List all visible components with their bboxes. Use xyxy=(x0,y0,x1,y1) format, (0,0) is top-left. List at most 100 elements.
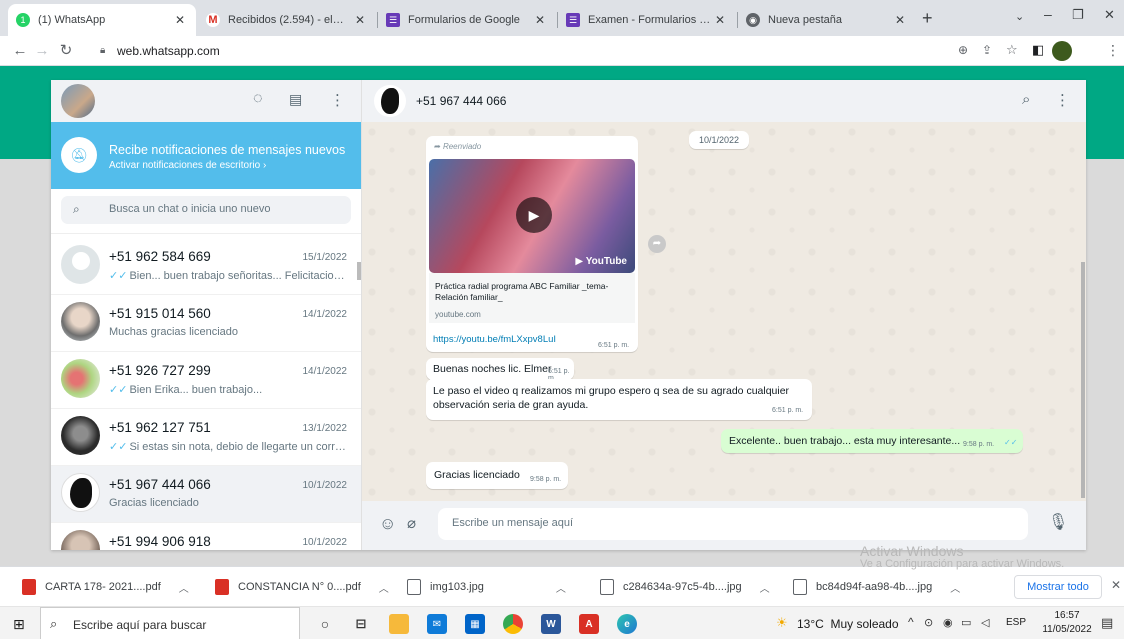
new-chat-icon[interactable]: ▤ xyxy=(289,91,302,108)
bookmark-star-icon[interactable]: ☆ xyxy=(1006,42,1018,58)
chrome-icon[interactable] xyxy=(503,614,523,634)
image-file-icon xyxy=(793,579,807,595)
close-tab-icon[interactable]: ✕ xyxy=(172,13,188,27)
close-tab-icon[interactable]: ✕ xyxy=(532,13,548,27)
incoming-message[interactable]: Buenas noches lic. Elmer 6:51 p. m. xyxy=(426,358,574,382)
video-thumbnail[interactable]: ▶ ▶ YouTube xyxy=(429,159,635,273)
chat-item[interactable]: +51 926 727 299 14/1/2022 ✓✓ Bien Erika..… xyxy=(51,352,361,409)
close-tab-icon[interactable]: ✕ xyxy=(352,13,368,27)
new-tab-plus-icon[interactable]: + xyxy=(922,8,933,29)
message-text: Excelente.. buen trabajo... esta muy int… xyxy=(729,435,961,447)
emoji-icon[interactable]: ☺ xyxy=(379,514,396,534)
network-icon[interactable]: ▭ xyxy=(961,616,971,629)
message-time: 6:51 p. m. xyxy=(598,342,630,349)
chat-item[interactable]: +51 915 014 560 14/1/2022 Muchas gracias… xyxy=(51,295,361,352)
my-profile-avatar[interactable] xyxy=(61,84,95,118)
reload-icon[interactable]: ↻ xyxy=(56,41,76,61)
clock-time[interactable]: 16:57 xyxy=(1045,610,1089,621)
pdf-file-icon xyxy=(215,579,229,595)
system-tray-chevron-icon[interactable]: ^ xyxy=(908,615,914,629)
link-preview-box[interactable]: Práctica radial programa ABC Familiar _t… xyxy=(429,273,635,323)
minimize-icon[interactable]: – xyxy=(1044,6,1052,22)
chevron-up-icon[interactable]: ︿ xyxy=(179,580,189,595)
tab-exam-forms[interactable]: ☰ Examen - Formularios de Go ✕ xyxy=(558,4,736,36)
outgoing-message[interactable]: Excelente.. buen trabajo... esta muy int… xyxy=(721,429,1023,453)
chevron-up-icon[interactable]: ︿ xyxy=(950,580,960,595)
notification-banner[interactable]: 🔕︎ Recibe notificaciones de mensajes nue… xyxy=(51,122,361,189)
language-indicator[interactable]: ESP xyxy=(1006,617,1026,628)
cortana-icon[interactable]: ○ xyxy=(315,614,335,634)
chevron-up-icon[interactable]: ︿ xyxy=(556,580,566,595)
word-icon[interactable]: W xyxy=(541,614,561,634)
restore-icon[interactable]: ❐ xyxy=(1072,7,1084,23)
share-icon[interactable]: ⇪ xyxy=(982,43,992,57)
menu-dots-icon[interactable]: ⋮ xyxy=(1055,91,1070,109)
task-view-icon[interactable]: ⊟ xyxy=(351,614,371,634)
browser-toolbar: ← → ↻ 🔒︎ web.whatsapp.com ⊕ ⇪ ☆ ◧ ⋮ xyxy=(0,36,1124,66)
mail-icon[interactable]: ✉ xyxy=(427,614,447,634)
file-explorer-icon[interactable] xyxy=(389,614,409,634)
chat-preview: ✓✓ Bien Erika... buen trabajo... xyxy=(109,384,263,396)
contact-avatar[interactable] xyxy=(374,85,406,117)
download-item[interactable]: CONSTANCIA N° 0....pdf ︿ xyxy=(215,567,389,607)
chat-list-scrollbar[interactable] xyxy=(357,262,361,280)
chat-list-pane: ◌ ▤ ⋮ 🔕︎ Recibe notificaciones de mensaj… xyxy=(51,80,362,550)
chat-item[interactable]: +51 962 127 751 13/1/2022 ✓✓ Si estas sin… xyxy=(51,409,361,466)
download-item[interactable]: c284634a-97c5-4b....jpg ︿ xyxy=(600,567,770,607)
search-icon[interactable]: ⌕ xyxy=(1022,91,1030,108)
close-downloads-icon[interactable]: ✕ xyxy=(1111,578,1121,592)
meet-now-icon[interactable]: ⊙ xyxy=(924,616,933,629)
store-icon[interactable]: ▦ xyxy=(465,614,485,634)
chat-item[interactable]: +51 994 906 918 10/1/2022 1D xyxy=(51,523,361,550)
incoming-message[interactable]: Le paso el video q realizamos mi grupo e… xyxy=(426,379,812,420)
show-all-downloads-button[interactable]: Mostrar todo xyxy=(1014,575,1102,599)
menu-dots-icon[interactable]: ⋮ xyxy=(330,91,345,109)
clock-date[interactable]: 11/05/2022 xyxy=(1037,624,1097,635)
close-tab-icon[interactable]: ✕ xyxy=(892,13,908,27)
chat-item[interactable]: +51 962 584 669 15/1/2022 ✓✓ Bien... buen… xyxy=(51,238,361,295)
download-item[interactable]: CARTA 178- 2021....pdf ︿ xyxy=(22,567,189,607)
side-panel-icon[interactable]: ◧ xyxy=(1032,42,1044,58)
close-window-icon[interactable]: ✕ xyxy=(1104,7,1115,23)
incoming-message[interactable]: Gracias licenciado 9:58 p. m. xyxy=(426,462,568,489)
antivirus-icon[interactable]: ◉ xyxy=(943,616,953,629)
taskbar-search-input[interactable]: ⌕ Escribe aquí para buscar xyxy=(40,607,300,639)
attach-clip-icon[interactable]: ⌀ xyxy=(407,514,416,532)
edge-icon[interactable]: e xyxy=(617,614,637,634)
tab-search-chevron-icon[interactable]: ⌄ xyxy=(1015,10,1024,23)
tab-google-forms[interactable]: ☰ Formularios de Google ✕ xyxy=(378,4,556,36)
download-item[interactable]: bc84d94f-aa98-4b....jpg ︿ xyxy=(793,567,960,607)
windows-start-icon[interactable]: ⊞ xyxy=(13,616,25,633)
enable-notifications-link[interactable]: Activar notificaciones de escritorio › xyxy=(109,160,266,171)
tab-gmail[interactable]: M Recibidos (2.594) - elmerma ✕ xyxy=(198,4,376,36)
link-url[interactable]: https://youtu.be/fmLXxpv8LuI xyxy=(433,334,556,345)
tab-whatsapp[interactable]: 1 (1) WhatsApp ✕ xyxy=(8,4,196,36)
play-icon[interactable]: ▶ xyxy=(516,197,552,233)
volume-icon[interactable]: ◁ xyxy=(981,616,989,629)
search-input[interactable]: ⌕ Busca un chat o inicia uno nuevo xyxy=(61,196,351,224)
address-bar[interactable]: web.whatsapp.com xyxy=(117,44,220,58)
profile-avatar-icon[interactable] xyxy=(1052,41,1072,61)
acrobat-icon[interactable]: A xyxy=(579,614,599,634)
status-icon[interactable]: ◌ xyxy=(253,90,263,108)
contact-avatar xyxy=(61,359,100,398)
chevron-up-icon[interactable]: ︿ xyxy=(379,580,389,595)
forward-arrow-icon[interactable]: → xyxy=(32,41,52,61)
notification-center-icon[interactable]: ▤ xyxy=(1101,615,1113,631)
chat-date: 15/1/2022 xyxy=(302,252,348,263)
tab-new-tab[interactable]: ◉ Nueva pestaña ✕ xyxy=(738,4,916,36)
close-tab-icon[interactable]: ✕ xyxy=(712,13,728,27)
microphone-icon[interactable]: 🎙︎ xyxy=(1048,512,1068,532)
forward-share-icon[interactable]: ➦ xyxy=(648,235,666,253)
back-arrow-icon[interactable]: ← xyxy=(10,41,30,61)
chat-item-selected[interactable]: +51 967 444 066 10/1/2022 Gracias licenc… xyxy=(51,466,361,523)
conversation-scrollbar[interactable] xyxy=(1081,262,1085,498)
contact-name[interactable]: +51 967 444 066 xyxy=(416,94,506,108)
zoom-icon[interactable]: ⊕ xyxy=(958,43,968,57)
message-input[interactable]: Escribe un mensaje aquí xyxy=(438,508,1028,540)
browser-menu-icon[interactable]: ⋮ xyxy=(1106,42,1120,59)
chevron-up-icon[interactable]: ︿ xyxy=(760,580,770,595)
weather-text[interactable]: 13°C Muy soleado xyxy=(797,617,899,631)
forwarded-link-message[interactable]: ➦ Reenviado ▶ ▶ YouTube Práctica radial … xyxy=(426,136,638,352)
download-item[interactable]: img103.jpg ︿ xyxy=(407,567,566,607)
